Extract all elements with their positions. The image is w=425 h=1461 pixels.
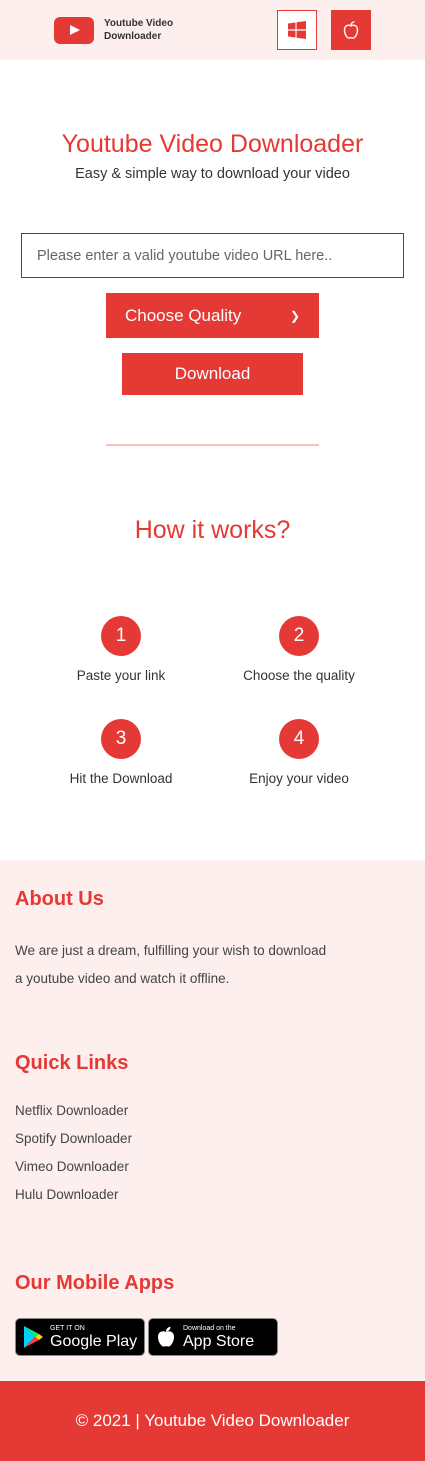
youtube-play-icon[interactable] (54, 17, 94, 44)
quick-link-hulu[interactable]: Hulu Downloader (15, 1187, 119, 1202)
app-store-badge-big: App Store (183, 1332, 255, 1350)
step-item: 3 Hit the Download (21, 719, 221, 786)
copyright-bar: © 2021 | Youtube Video Downloader (0, 1381, 425, 1461)
step-item: 2 Choose the quality (199, 616, 399, 683)
step-label: Enjoy your video (249, 771, 349, 786)
windows-app-button[interactable] (277, 10, 317, 50)
quick-link-netflix[interactable]: Netflix Downloader (15, 1103, 128, 1118)
site-header: Youtube Video Downloader (0, 0, 425, 60)
google-badge-big: Google Play (50, 1332, 138, 1350)
about-line: a youtube video and watch it offline. (15, 971, 230, 986)
quick-link-vimeo[interactable]: Vimeo Downloader (15, 1159, 129, 1174)
download-button[interactable]: Download (122, 353, 303, 395)
quick-link-spotify[interactable]: Spotify Downloader (15, 1131, 132, 1146)
divider (106, 444, 319, 446)
brand-name[interactable]: Youtube Video Downloader (104, 17, 194, 43)
page-title: Youtube Video Downloader (61, 130, 364, 158)
google-play-badge[interactable]: GET IT ON Google Play (15, 1318, 145, 1356)
step-label: Paste your link (76, 668, 166, 683)
apple-app-button[interactable] (331, 10, 371, 50)
url-input[interactable] (21, 233, 404, 278)
step-item: 1 Paste your link (21, 616, 221, 683)
windows-icon (288, 21, 306, 39)
about-us-title: About Us (15, 888, 104, 910)
step-number: 3 (101, 719, 141, 759)
step-number: 2 (279, 616, 319, 656)
step-number: 4 (279, 719, 319, 759)
about-line: We are just a dream, fulfilling your wis… (15, 943, 327, 958)
apple-icon (343, 21, 359, 39)
step-number: 1 (101, 616, 141, 656)
how-it-works-title: How it works? (134, 516, 291, 544)
chevron-down-icon: ❯ (289, 308, 300, 323)
apple-icon (158, 1326, 174, 1347)
app-store-badge[interactable]: Download on the App Store (148, 1318, 278, 1356)
quality-select[interactable]: Choose Quality ❯ (106, 293, 319, 338)
step-item: 4 Enjoy your video (199, 719, 399, 786)
quick-links-title: Quick Links (15, 1052, 129, 1074)
quality-select-label: Choose Quality (125, 305, 242, 325)
google-badge-small: GET IT ON (50, 1324, 85, 1332)
app-store-badge-small: Download on the (183, 1324, 236, 1332)
mobile-apps-title: Our Mobile Apps (15, 1272, 175, 1294)
google-play-icon (24, 1326, 43, 1348)
page-subtitle: Easy & simple way to download your video (75, 166, 350, 182)
step-label: Choose the quality (243, 668, 355, 683)
step-label: Hit the Download (69, 771, 173, 786)
about-us-text: We are just a dream, fulfilling your wis… (15, 937, 415, 993)
